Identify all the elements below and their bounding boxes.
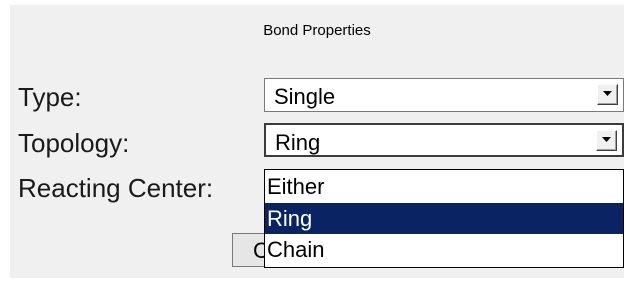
bond-properties-dialog: Bond Properties Type: Single Topology: R…	[10, 5, 624, 278]
chevron-down-icon	[602, 137, 611, 142]
type-select-value: Single	[274, 84, 336, 109]
dropdown-option-chain[interactable]: Chain	[265, 234, 623, 265]
reacting-center-label: Reacting Center:	[18, 173, 214, 203]
topology-select[interactable]: Ring	[264, 123, 624, 157]
type-dropdown-button[interactable]	[597, 84, 618, 105]
topology-dropdown-button[interactable]	[596, 130, 617, 151]
topology-select-value: Ring	[275, 130, 321, 155]
dialog-title: Bond Properties	[263, 22, 371, 39]
topology-dropdown-list: Either Ring Chain	[264, 169, 624, 268]
type-label: Type:	[18, 82, 82, 112]
topology-label: Topology:	[18, 128, 130, 158]
dropdown-option-ring[interactable]: Ring	[265, 203, 623, 234]
chevron-down-icon	[603, 91, 612, 96]
dropdown-option-either[interactable]: Either	[265, 171, 623, 202]
type-select[interactable]: Single	[264, 78, 624, 112]
